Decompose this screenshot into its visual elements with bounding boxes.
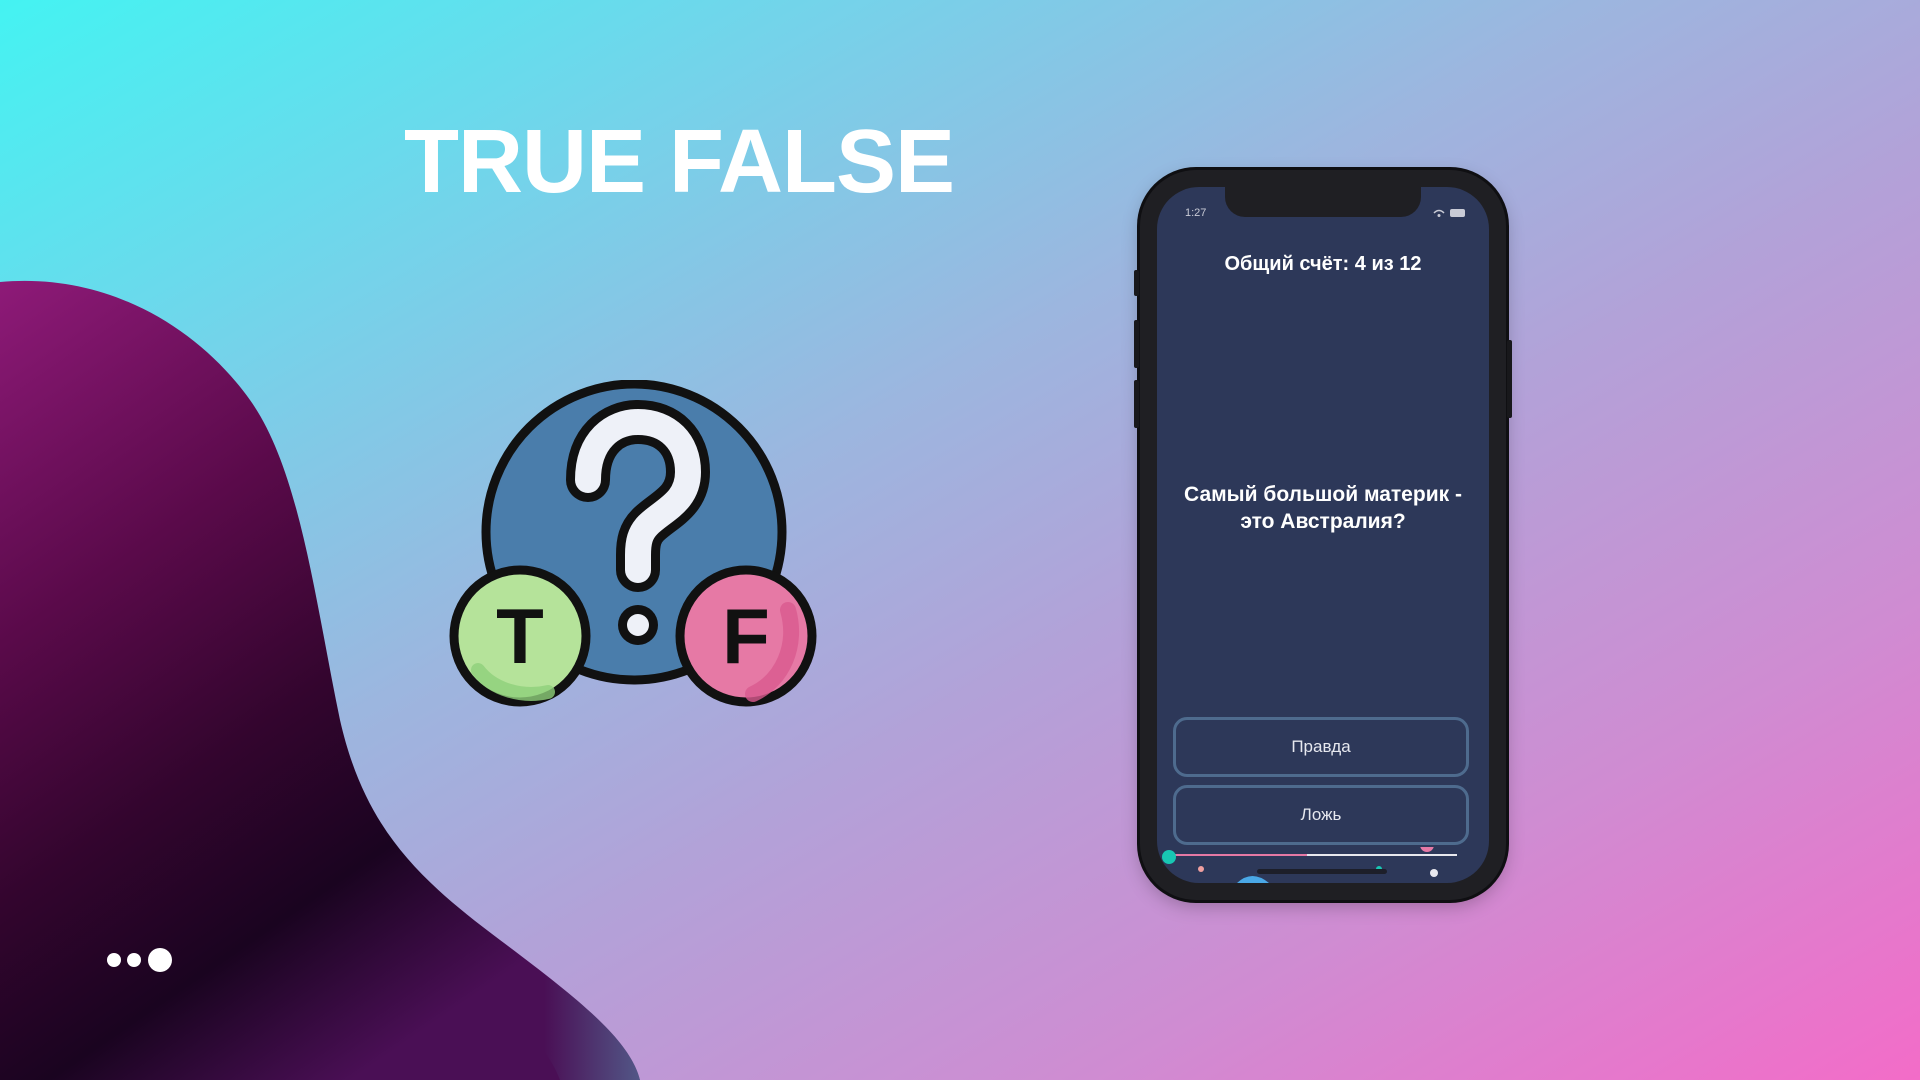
app-screen: 1:27 Общий счёт: 4 из 12 Самый большой м…	[1157, 187, 1489, 883]
question-mark-icon: T F	[449, 380, 817, 707]
phone-power-button	[1507, 340, 1512, 418]
confetti-progress	[1162, 847, 1457, 883]
phone-volume-down	[1134, 380, 1139, 428]
three-dots-icon	[107, 948, 172, 972]
true-letter: T	[496, 592, 544, 680]
phone-volume-up	[1134, 320, 1139, 368]
false-letter: F	[722, 592, 770, 680]
false-button[interactable]: Ложь	[1173, 785, 1469, 845]
question-text: Самый большой материк - это Австралия?	[1184, 483, 1462, 533]
status-time: 1:27	[1185, 207, 1207, 219]
true-badge: T	[449, 565, 591, 707]
true-button[interactable]: Правда	[1173, 717, 1469, 777]
phone-notch	[1225, 187, 1421, 217]
status-icons	[1433, 209, 1465, 217]
decorative-blob	[0, 280, 640, 1080]
phone-mockup: 1:27 Общий счёт: 4 из 12 Самый большой м…	[1134, 170, 1512, 900]
false-badge: F	[675, 565, 817, 707]
home-indicator	[1257, 869, 1387, 874]
score-label: Общий счёт: 4 из 12	[1224, 253, 1422, 275]
page-title: TRUE FALSE	[404, 112, 955, 212]
phone-side-button	[1134, 270, 1139, 296]
